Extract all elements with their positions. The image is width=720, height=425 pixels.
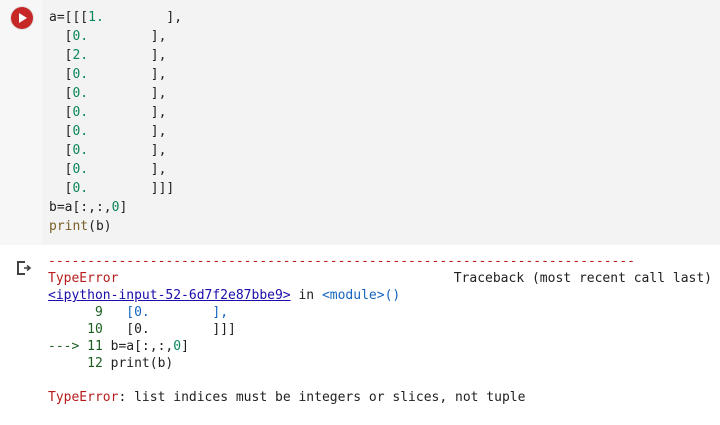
traceback-header: TypeError Traceback (most recent call las… xyxy=(48,270,712,287)
code-line: [0. ], xyxy=(49,84,182,103)
traceback-location: <ipython-input-52-6d7f2e87bbe9> in <modu… xyxy=(48,287,712,304)
line-code: [0. ]]] xyxy=(102,322,236,337)
code-number: 0. xyxy=(72,124,89,139)
output-icon[interactable] xyxy=(16,260,32,276)
code-token: ] xyxy=(119,200,128,215)
error-type: TypeError xyxy=(48,271,119,286)
code-line: [2. ], xyxy=(49,46,182,65)
code-token: [ xyxy=(49,124,73,139)
code-token: [ xyxy=(49,67,73,82)
code-number: 0. xyxy=(72,162,89,177)
code-function: print xyxy=(49,219,89,234)
traceback-line-current: ---> 11 b=a[:,:,0] xyxy=(48,338,712,355)
code-number: 0. xyxy=(72,143,89,158)
code-line: [0. ], xyxy=(49,27,182,46)
line-number: 9 xyxy=(48,305,103,320)
code-token: [ xyxy=(49,29,73,44)
code-line: [0. ], xyxy=(49,160,182,179)
code-number: 0. xyxy=(72,29,89,44)
code-line: [0. ], xyxy=(49,141,182,160)
error-message: TypeError: list indices must be integers… xyxy=(48,389,712,406)
code-token: ], xyxy=(88,86,167,101)
output-area: ----------------------------------------… xyxy=(0,245,720,425)
code-line: [0. ]]] xyxy=(49,179,182,198)
code-number: 0. xyxy=(72,67,89,82)
code-line: a=[[[1. ], xyxy=(49,8,182,27)
line-number: 10 xyxy=(48,322,103,337)
code-token: ], xyxy=(88,67,167,82)
play-icon[interactable] xyxy=(11,7,33,29)
line-number: 12 xyxy=(48,356,103,371)
traceback: ----------------------------------------… xyxy=(48,253,712,406)
code-token: ], xyxy=(103,10,183,25)
code-token: ], xyxy=(88,48,167,63)
code-token: [ xyxy=(49,105,73,120)
line-code: [0. ], xyxy=(102,305,229,320)
line-code: b=a[:,:, xyxy=(102,339,174,354)
code-token: a=[[[ xyxy=(49,10,89,25)
code-token: ], xyxy=(88,105,167,120)
code-line: [0. ], xyxy=(49,103,182,122)
code-number: 0. xyxy=(72,181,89,196)
code-token: [ xyxy=(49,48,73,63)
code-token: ]]] xyxy=(88,181,175,196)
code-token: ], xyxy=(88,29,167,44)
traceback-line: 10 [0. ]]] xyxy=(48,321,712,338)
code-token: ], xyxy=(88,143,167,158)
code-line: b=a[:,:,0] xyxy=(49,198,182,217)
code-number: 1. xyxy=(88,10,104,25)
code-token: b=a[:,:, xyxy=(49,200,112,215)
code-number: 0. xyxy=(72,86,89,101)
code-token: [ xyxy=(49,162,73,177)
traceback-line: 9 [0. ], xyxy=(48,304,712,321)
error-type: TypeError xyxy=(48,390,119,405)
module-name: <module>() xyxy=(321,288,401,303)
code-line: print(b) xyxy=(49,217,182,236)
code-number: 0 xyxy=(173,339,182,354)
code-text[interactable]: a=[[[1. ], [0. ], [2. ], [0. ], [0. ], [… xyxy=(49,8,182,236)
code-token: [ xyxy=(49,86,73,101)
code-cell[interactable]: a=[[[1. ], [0. ], [2. ], [0. ], [0. ], [… xyxy=(0,0,720,245)
line-code: print(b) xyxy=(102,356,174,371)
line-code: ] xyxy=(181,339,189,354)
traceback-line: 12 print(b) xyxy=(48,355,712,372)
code-line: [0. ], xyxy=(49,65,182,84)
input-link[interactable]: <ipython-input-52-6d7f2e87bbe9> xyxy=(48,288,291,303)
code-line: [0. ], xyxy=(49,122,182,141)
code-number: 2. xyxy=(72,48,89,63)
code-token: [ xyxy=(49,143,73,158)
error-text: : list indices must be integers or slice… xyxy=(118,390,526,405)
code-token: ], xyxy=(88,124,167,139)
code-token: (b) xyxy=(88,219,112,234)
traceback-in: in xyxy=(290,288,322,303)
traceback-label: Traceback (most recent call last) xyxy=(453,271,712,286)
error-arrow: ---> 11 xyxy=(48,339,103,354)
code-number: 0. xyxy=(72,105,89,120)
code-token: ], xyxy=(88,162,167,177)
code-token: [ xyxy=(49,181,73,196)
traceback-divider: ----------------------------------------… xyxy=(48,254,635,269)
